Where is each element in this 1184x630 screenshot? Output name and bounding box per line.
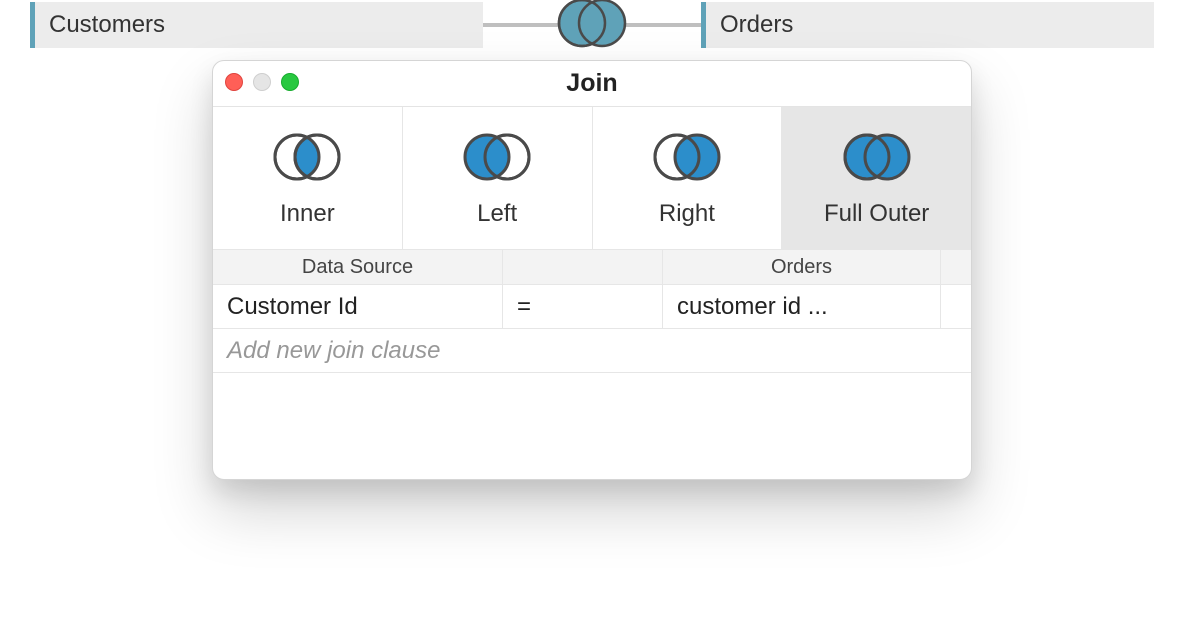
clause-operator[interactable]: = [503, 285, 663, 328]
join-type-label: Full Outer [824, 200, 929, 228]
inner-icon [265, 129, 349, 192]
clause-operator-value: = [517, 293, 531, 321]
window-controls [225, 73, 299, 91]
right-table-label: Orders [720, 11, 793, 39]
add-join-clause[interactable]: Add new join clause [213, 329, 971, 373]
clause-left-field-value: Customer Id [227, 293, 358, 321]
left-table-chip[interactable]: Customers [30, 2, 483, 48]
join-type-label: Left [477, 200, 517, 228]
full-icon [835, 129, 919, 192]
join-type-left[interactable]: Left [403, 107, 593, 249]
join-type-tabs: Inner Left Right [213, 107, 971, 249]
clause-delete-cell [941, 285, 971, 328]
close-icon[interactable] [225, 73, 243, 91]
right-table-chip[interactable]: Orders [701, 2, 1154, 48]
left-table-label: Customers [49, 11, 165, 39]
data-canvas-topbar: Customers Orders [30, 2, 1154, 48]
clause-header-right: Orders [663, 250, 941, 284]
clause-row: Customer Id = customer id ... [213, 285, 971, 329]
add-join-clause-label: Add new join clause [227, 337, 440, 365]
join-type-label: Inner [280, 200, 335, 228]
clause-header-left: Data Source [213, 250, 503, 284]
join-type-inner[interactable]: Inner [213, 107, 403, 249]
right-icon [645, 129, 729, 192]
left-icon [455, 129, 539, 192]
zoom-icon[interactable] [281, 73, 299, 91]
dialog-title: Join [566, 69, 617, 98]
clause-right-field[interactable]: customer id ... [663, 285, 941, 328]
clause-header: Data Source Orders [213, 249, 971, 285]
join-type-right[interactable]: Right [593, 107, 783, 249]
minimize-icon [253, 73, 271, 91]
clause-header-del [941, 250, 971, 284]
join-type-label: Right [659, 200, 715, 228]
join-link[interactable] [483, 0, 701, 55]
dialog-titlebar: Join [213, 61, 971, 107]
full-outer-icon [552, 0, 632, 55]
join-type-full-outer[interactable]: Full Outer [782, 107, 971, 249]
clause-header-op [503, 250, 663, 284]
clause-left-field[interactable]: Customer Id [213, 285, 503, 328]
clause-right-field-value: customer id ... [677, 293, 828, 321]
join-dialog: Join Inner [212, 60, 972, 480]
